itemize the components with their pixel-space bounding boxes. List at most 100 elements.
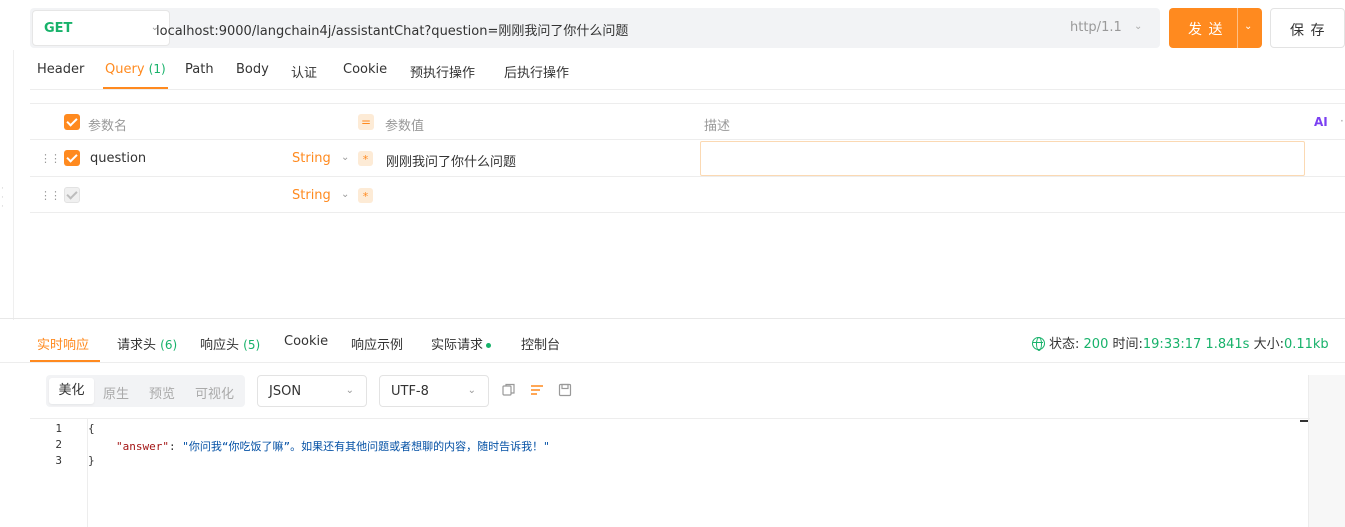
response-status: 状态: 200 时间:19:33:17 1.841s 大小:0.11kb (1032, 333, 1329, 352)
status-dot-icon (486, 343, 492, 348)
code-line: "answer": "你问我“你吃饭了嘛”。如果还有其他问题或者想聊的内容，随时… (116, 438, 550, 454)
save-button[interactable]: 保 存 (1270, 8, 1345, 48)
tab-path[interactable]: Path (185, 62, 214, 77)
param-name-input[interactable]: question (90, 151, 146, 166)
line-number: 1 (55, 422, 62, 435)
save-file-icon[interactable] (558, 383, 572, 397)
tab-header[interactable]: Header (37, 62, 84, 77)
chevron-down-icon: ⌄ (341, 189, 350, 200)
right-side-panel (1308, 375, 1345, 527)
param-row: ⋮⋮ String ⌄ * (30, 177, 1345, 213)
tab-query-label: Query (105, 62, 145, 77)
tab-request-headers-count: (6) (160, 338, 178, 352)
json-value: "你问我“你吃饭了嘛”。如果还有其他问题或者想聊的内容，随时告诉我！" (182, 440, 550, 453)
param-row: ⋮⋮ question String ⌄ * 刚刚我问了你什么问题 (30, 140, 1345, 177)
send-divider (1237, 8, 1238, 48)
active-tab-indicator (103, 87, 168, 89)
tab-request-headers[interactable]: 请求头 (6) (117, 334, 177, 353)
url-bar: GET ⌄ localhost:9000/langchain4j/assista… (30, 8, 1160, 48)
drag-handle-icon[interactable]: ⋮⋮ (40, 153, 61, 165)
param-value-input[interactable]: 刚刚我问了你什么问题 (386, 151, 516, 170)
tab-response-cookie[interactable]: Cookie (284, 334, 328, 349)
tab-auth[interactable]: 认证 (291, 62, 317, 81)
response-time: 19:33:17 (1142, 337, 1202, 352)
format-select[interactable]: JSON ⌄ (257, 375, 367, 407)
save-label: 保 存 (1290, 23, 1326, 39)
required-star-icon[interactable]: * (358, 151, 373, 166)
tab-response-headers-label: 响应头 (200, 338, 240, 353)
time-label: 时间: (1112, 337, 1143, 352)
encoding-select[interactable]: UTF-8 ⌄ (379, 375, 489, 407)
tab-query[interactable]: Query (1) (105, 62, 166, 77)
tab-response-headers[interactable]: 响应头 (5) (200, 334, 260, 353)
send-button[interactable]: 发 送 ⌄ (1169, 8, 1262, 48)
view-mode-preview[interactable]: 预览 (149, 383, 175, 402)
encoding-label: UTF-8 (391, 384, 429, 399)
param-enabled-checkbox[interactable] (64, 187, 80, 203)
send-label: 发 送 (1188, 22, 1224, 38)
response-size: 0.11kb (1283, 337, 1329, 352)
view-mode-pretty[interactable]: 美化 (49, 378, 94, 404)
param-enabled-checkbox[interactable] (64, 150, 80, 166)
method-select[interactable]: GET ⌄ (32, 10, 170, 46)
scrollbar-marker (1300, 420, 1308, 422)
param-desc-input[interactable] (700, 141, 1305, 176)
copy-icon[interactable] (502, 383, 516, 397)
panel-divider[interactable] (0, 318, 1345, 319)
url-input[interactable]: localhost:9000/langchain4j/assistantChat… (156, 20, 628, 39)
tab-actual-request[interactable]: 实际请求 (431, 334, 492, 353)
gutter-separator (87, 419, 88, 527)
chevron-down-icon: ⌄ (341, 152, 350, 163)
json-key: "answer" (116, 440, 169, 453)
tab-pre-script[interactable]: 预执行操作 (410, 62, 475, 81)
active-tab-indicator (30, 360, 100, 362)
code-line: } (88, 454, 95, 467)
method-label: GET (44, 21, 73, 36)
status-label: 状态: (1049, 337, 1080, 352)
tab-actual-request-label: 实际请求 (431, 338, 484, 353)
left-separator (13, 50, 14, 320)
view-mode-switch: 美化 原生 预览 可视化 (46, 375, 245, 407)
request-tabs: Header Query (1) Path Body 认证 Cookie 预执行… (30, 52, 1345, 90)
globe-icon (1032, 337, 1045, 351)
format-lines-icon[interactable] (530, 383, 544, 397)
tab-query-count: (1) (148, 62, 166, 76)
param-type-select[interactable]: String (292, 188, 331, 203)
panel-resize-handle[interactable]: · · · (1, 185, 4, 212)
params-header-row: 参数名 = 参数值 描述 AI · (30, 104, 1345, 140)
send-options-chevron-icon[interactable]: ⌄ (1244, 21, 1252, 32)
tab-request-headers-label: 请求头 (117, 338, 157, 353)
bulk-edit-icon[interactable]: = (358, 114, 374, 130)
status-code: 200 (1083, 337, 1109, 352)
params-table: 参数名 = 参数值 描述 AI · ⋮⋮ question String ⌄ *… (30, 103, 1345, 213)
select-all-checkbox[interactable] (64, 114, 80, 130)
col-name-header: 参数名 (88, 119, 128, 134)
more-icon[interactable]: · (1340, 114, 1344, 128)
response-body-editor[interactable]: 1 2 3 { "answer": "你问我“你吃饭了嘛”。如果还有其他问题或者… (30, 418, 1310, 527)
drag-handle-icon[interactable]: ⋮⋮ (40, 190, 61, 202)
chevron-down-icon: ⌄ (467, 385, 476, 396)
protocol-select[interactable]: http/1.1 (1070, 20, 1122, 35)
tab-cookie[interactable]: Cookie (343, 62, 387, 77)
chevron-down-icon: ⌄ (1134, 21, 1143, 32)
param-type-select[interactable]: String (292, 151, 331, 166)
chevron-down-icon: ⌄ (345, 385, 354, 396)
tab-realtime-response[interactable]: 实时响应 (37, 334, 89, 353)
json-colon: : (168, 440, 183, 453)
code-line: { (88, 422, 95, 435)
col-value-header: 参数值 (385, 119, 425, 134)
col-desc-header: 描述 (704, 119, 731, 134)
tab-body[interactable]: Body (236, 62, 269, 77)
format-label: JSON (269, 384, 302, 399)
ai-icon[interactable]: AI (1314, 115, 1328, 129)
view-mode-visualize[interactable]: 可视化 (195, 383, 234, 402)
tab-console[interactable]: 控制台 (521, 334, 560, 353)
tab-post-script[interactable]: 后执行操作 (504, 62, 569, 81)
tab-response-headers-count: (5) (243, 338, 261, 352)
response-tabs: 实时响应 请求头 (6) 响应头 (5) Cookie 响应示例 实际请求 控制… (0, 320, 1345, 363)
tab-response-example[interactable]: 响应示例 (351, 334, 403, 353)
size-label: 大小: (1253, 337, 1284, 352)
view-mode-raw[interactable]: 原生 (103, 383, 129, 402)
response-duration: 1.841s (1205, 337, 1250, 352)
required-star-icon[interactable]: * (358, 188, 373, 203)
